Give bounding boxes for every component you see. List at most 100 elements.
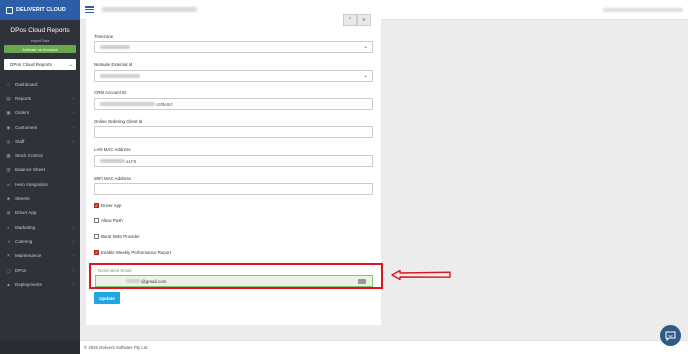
checkbox-icon[interactable] bbox=[94, 234, 99, 239]
sidebar-item-driver-app[interactable]: ◍ Driver App bbox=[0, 206, 80, 220]
sidebar-item-staff[interactable]: ◎ Staff › bbox=[0, 134, 80, 148]
sidebar-item-label: Stock Control bbox=[15, 153, 43, 159]
import-data-label: Import Data bbox=[30, 39, 50, 43]
cart-icon: ▣ bbox=[6, 110, 11, 116]
chevron-right-icon: › bbox=[72, 238, 75, 244]
sidebar-item-hero-integration[interactable]: ∞ Hero Integration bbox=[0, 177, 80, 191]
chevron-down-icon: ⌄ bbox=[363, 73, 368, 79]
top-buttons: ⌃ ≡ bbox=[343, 14, 371, 26]
wrench-icon: ✕ bbox=[6, 253, 11, 259]
wifi-mac-input[interactable] bbox=[94, 183, 373, 195]
chevron-down-icon: ⌄ bbox=[68, 61, 73, 68]
chevron-right-icon: › bbox=[72, 224, 75, 230]
box-icon: ▦ bbox=[6, 153, 11, 159]
crm-account-label: CRM Account ID bbox=[94, 90, 127, 95]
lan-mac-value: a1F8 bbox=[126, 158, 137, 164]
sheet-icon: ▥ bbox=[6, 167, 11, 173]
list-icon[interactable]: ≡ bbox=[357, 14, 371, 26]
sidebar-item-label: Balance Sheet bbox=[15, 167, 45, 173]
deliverit-logo-icon bbox=[6, 6, 13, 14]
nominated-email-value: @gmail.com bbox=[141, 278, 167, 284]
sidebar-item-label: Customers bbox=[15, 124, 38, 130]
sidebar-title: DPos Cloud Reports bbox=[10, 27, 70, 34]
chevron-right-icon: › bbox=[72, 110, 75, 116]
crm-account-input[interactable]: c6f3e0cf bbox=[94, 98, 373, 110]
sidebar-item-orders[interactable]: ▣ Orders › bbox=[0, 106, 80, 120]
sidebar-item-maintenance[interactable]: ✕ Maintenance › bbox=[0, 249, 80, 263]
sidebar-item-label: Hero Integration bbox=[15, 181, 48, 187]
autofill-key-icon[interactable] bbox=[358, 279, 366, 284]
megaphone-icon: ◐ bbox=[7, 224, 10, 230]
nominated-email-highlight: Nominated Email @gmail.com bbox=[89, 263, 383, 289]
sidebar-item-catering[interactable]: ◑ Catering › bbox=[0, 234, 80, 248]
netsuite-select[interactable]: ⌄ bbox=[94, 70, 373, 82]
update-button[interactable]: Update bbox=[94, 292, 120, 304]
sidebar: DELIVERIT CLOUD DPos Cloud Reports Impor… bbox=[0, 0, 80, 354]
chevron-right-icon: › bbox=[72, 253, 75, 259]
sidebar-item-dpos[interactable]: ▢ DPos › bbox=[0, 263, 80, 277]
sidebar-item-label: Streets bbox=[15, 196, 30, 202]
brand-header[interactable]: DELIVERIT CLOUD bbox=[0, 0, 80, 20]
annotation-arrow-icon bbox=[391, 269, 451, 281]
online-ordering-input[interactable] bbox=[94, 126, 373, 138]
chat-bubble-icon bbox=[665, 331, 676, 341]
sidebar-bottom bbox=[0, 340, 80, 354]
nominated-email-input[interactable]: @gmail.com bbox=[95, 275, 373, 287]
sidebar-item-stock-control[interactable]: ▦ Stock Control bbox=[0, 148, 80, 162]
home-icon: ⌂ bbox=[7, 81, 10, 87]
redacted-user-info[interactable] bbox=[603, 8, 683, 12]
catering-icon: ◑ bbox=[7, 238, 10, 244]
footer: © 2025 Deliverit Software Pty Ltd bbox=[80, 340, 688, 354]
pos-icon: ▢ bbox=[6, 267, 11, 273]
checkbox-icon[interactable] bbox=[94, 218, 99, 223]
lan-mac-input[interactable]: a1F8 bbox=[94, 155, 373, 167]
sidebar-item-balance-sheet[interactable]: ▥ Balance Sheet bbox=[0, 163, 80, 177]
brand-name: DELIVERIT CLOUD bbox=[16, 7, 66, 13]
store-select[interactable]: DPos Cloud Reports ⌄ bbox=[4, 59, 76, 70]
expand-icon[interactable]: ⌃ bbox=[343, 14, 357, 26]
nominated-email-label: Nominated Email bbox=[98, 268, 132, 273]
staff-icon: ◎ bbox=[6, 138, 11, 144]
hamburger-menu-icon[interactable] bbox=[85, 6, 94, 14]
sidebar-item-reports[interactable]: ▤ Reports › bbox=[0, 91, 80, 105]
weekly-report-checkbox[interactable]: ✓ Enable Weekly Performance Report bbox=[94, 250, 171, 255]
sidebar-item-streets[interactable]: ◈ Streets bbox=[0, 191, 80, 205]
sidebar-item-deployments[interactable]: ▲ Deployments › bbox=[0, 277, 80, 291]
chevron-right-icon: › bbox=[72, 267, 75, 273]
sidebar-item-customers[interactable]: ◉ Customers › bbox=[0, 120, 80, 134]
chevron-right-icon: › bbox=[72, 124, 75, 130]
timezone-select[interactable]: ⌄ bbox=[94, 41, 373, 53]
chevron-right-icon: › bbox=[72, 281, 75, 287]
lan-mac-label: LAN MAC Address bbox=[94, 147, 131, 152]
redacted-store-name bbox=[102, 7, 197, 12]
chevron-right-icon: › bbox=[72, 138, 75, 144]
sidebar-item-marketing[interactable]: ◐ Marketing › bbox=[0, 220, 80, 234]
allow-push-checkbox[interactable]: Allow Push bbox=[94, 218, 123, 223]
sidebar-item-label: Driver App bbox=[15, 210, 37, 216]
driver-app-checkbox[interactable]: ✓ Driver App bbox=[94, 203, 122, 208]
burst-sms-checkbox[interactable]: Burst SMS Provider bbox=[94, 234, 140, 239]
timezone-label: Timezone bbox=[94, 34, 114, 39]
checkbox-checked-icon[interactable]: ✓ bbox=[94, 250, 99, 255]
chart-icon: ▤ bbox=[6, 95, 11, 101]
sidebar-item-label: Maintenance bbox=[15, 253, 42, 259]
chevron-down-icon: ⌄ bbox=[363, 44, 368, 50]
sidebar-item-label: Reports bbox=[15, 95, 32, 101]
activate-account-button[interactable]: Activate on Account bbox=[4, 45, 76, 53]
sidebar-item-label: Marketing bbox=[15, 224, 36, 230]
sidebar-item-dashboard[interactable]: ⌂ Dashboard bbox=[0, 77, 80, 91]
sidebar-item-label: Catering bbox=[15, 238, 33, 244]
link-icon: ∞ bbox=[6, 181, 11, 187]
sidebar-item-label: Dashboard bbox=[15, 81, 38, 87]
chat-button[interactable] bbox=[660, 325, 681, 346]
sidebar-item-label: DPos bbox=[15, 267, 27, 273]
rocket-icon: ▲ bbox=[6, 281, 11, 287]
netsuite-label: Netsuite External Id bbox=[94, 62, 133, 67]
store-select-value: DPos Cloud Reports bbox=[10, 62, 52, 67]
crm-account-value: c6f3e0cf bbox=[156, 101, 173, 107]
chevron-right-icon: › bbox=[72, 95, 75, 101]
car-icon: ◍ bbox=[6, 210, 11, 216]
checkbox-checked-icon[interactable]: ✓ bbox=[94, 203, 99, 208]
sidebar-item-label: Staff bbox=[15, 138, 25, 144]
wifi-mac-label: WiFi MAC Address bbox=[94, 176, 131, 181]
